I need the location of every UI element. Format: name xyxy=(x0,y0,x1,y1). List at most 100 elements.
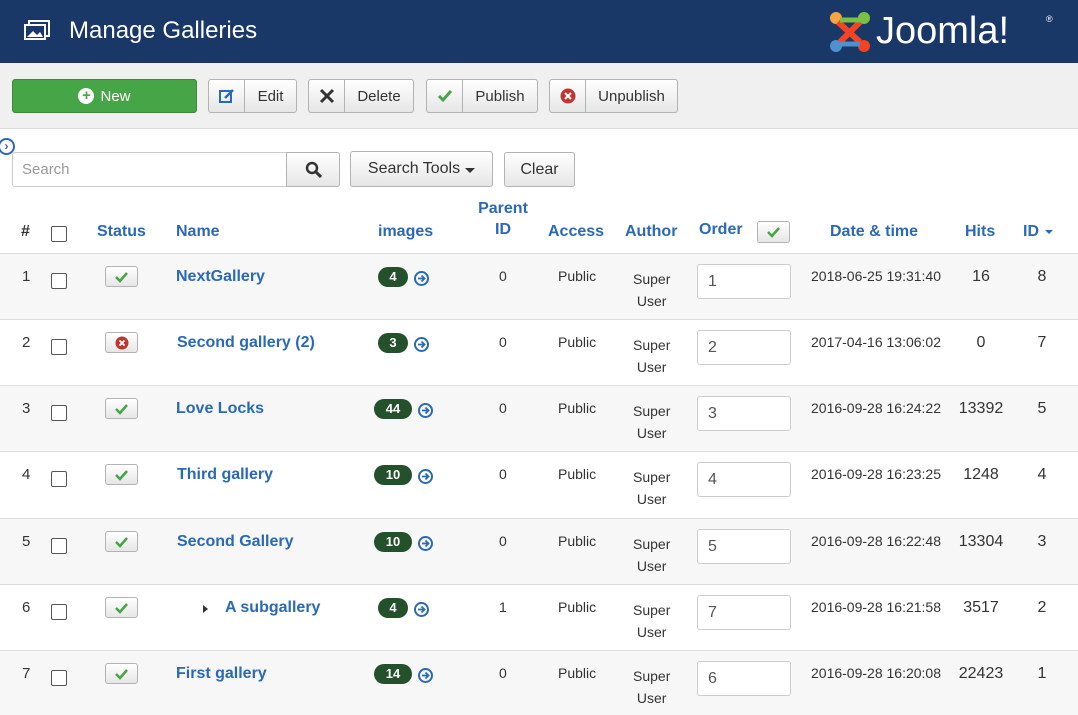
order-input[interactable] xyxy=(697,396,791,431)
status-toggle-button[interactable] xyxy=(105,663,138,684)
row-checkbox[interactable] xyxy=(51,339,67,355)
row-checkbox[interactable] xyxy=(51,604,67,620)
hits-count: 16 xyxy=(972,268,990,285)
go-to-images-arrow-icon[interactable] xyxy=(414,337,429,352)
gallery-name-link[interactable]: A subgallery xyxy=(225,599,320,617)
column-header-images[interactable]: images xyxy=(378,223,433,241)
author: Super User xyxy=(633,665,670,709)
column-header-date[interactable]: Date & time xyxy=(830,223,918,241)
author: Super User xyxy=(633,599,670,643)
column-header-hits[interactable]: Hits xyxy=(965,223,995,241)
gallery-name-link[interactable]: Love Locks xyxy=(176,400,264,418)
column-header-num: # xyxy=(21,223,30,240)
row-number: 3 xyxy=(22,400,31,417)
joomla-logo[interactable]: Joomla! ® xyxy=(826,8,1056,56)
images-count-badge[interactable]: 44 xyxy=(374,399,412,419)
row-checkbox[interactable] xyxy=(51,471,67,487)
gallery-name-link[interactable]: NextGallery xyxy=(176,268,265,286)
clear-button[interactable]: Clear xyxy=(504,152,575,187)
gallery-name-link[interactable]: Second gallery (2) xyxy=(177,334,315,352)
order-input[interactable] xyxy=(697,529,791,564)
parent-id: 0 xyxy=(499,268,507,284)
order-input[interactable] xyxy=(697,595,791,630)
gallery-name-link[interactable]: First gallery xyxy=(176,665,267,683)
gallery-id: 3 xyxy=(1037,533,1047,550)
date-time: 2017-04-16 13:06:02 xyxy=(811,334,941,350)
new-button[interactable]: + New xyxy=(12,79,197,113)
author-line2: User xyxy=(636,558,667,574)
toolbar: + New Edit Delete Publish Unpublish xyxy=(0,63,1078,129)
row-checkbox[interactable] xyxy=(51,670,67,686)
images-count-badge[interactable]: 4 xyxy=(378,598,408,618)
go-to-images-arrow-icon[interactable] xyxy=(418,668,433,683)
edit-button-label: Edit xyxy=(257,87,284,105)
go-to-images-arrow-icon[interactable] xyxy=(418,469,433,484)
row-number: 1 xyxy=(22,268,31,285)
delete-button[interactable]: Delete xyxy=(308,79,414,113)
images-count-badge[interactable]: 3 xyxy=(378,333,408,353)
row-number: 2 xyxy=(22,334,31,351)
edit-button[interactable]: Edit xyxy=(208,79,297,113)
unpublish-button[interactable]: Unpublish xyxy=(549,79,678,113)
column-header-access[interactable]: Access xyxy=(548,223,604,241)
date-time: 2018-06-25 19:31:40 xyxy=(811,268,941,284)
images-count-badge[interactable]: 4 xyxy=(378,267,408,287)
hits-count: 3517 xyxy=(963,599,999,616)
author: Super User xyxy=(633,268,670,312)
author-line1: Super xyxy=(633,536,671,552)
gallery-id: 4 xyxy=(1037,466,1047,483)
column-header-order[interactable]: Order xyxy=(699,221,743,239)
gallery-id: 1 xyxy=(1037,665,1047,682)
row-checkbox[interactable] xyxy=(51,273,67,289)
logo-registered: ® xyxy=(1046,14,1053,24)
go-to-images-arrow-icon[interactable] xyxy=(418,403,433,418)
order-input[interactable] xyxy=(697,462,791,497)
status-toggle-button[interactable] xyxy=(105,464,138,485)
gallery-name-link[interactable]: Second Gallery xyxy=(177,533,294,551)
go-to-images-arrow-icon[interactable] xyxy=(414,602,429,617)
unpublish-button-label: Unpublish xyxy=(598,87,665,105)
column-header-author[interactable]: Author xyxy=(625,223,677,241)
search-button[interactable] xyxy=(286,152,340,187)
publish-button[interactable]: Publish xyxy=(426,79,538,113)
access-level: Public xyxy=(558,334,597,350)
status-toggle-button[interactable] xyxy=(105,531,138,552)
access-level: Public xyxy=(558,268,597,284)
go-to-images-arrow-icon[interactable] xyxy=(418,536,433,551)
status-toggle-button[interactable] xyxy=(105,266,138,287)
author-line2: User xyxy=(636,624,667,640)
images-count-badge[interactable]: 10 xyxy=(374,532,412,552)
gallery-name-link[interactable]: Third gallery xyxy=(177,466,273,484)
access-level: Public xyxy=(558,400,597,416)
status-toggle-button[interactable] xyxy=(105,332,138,353)
published-check-icon xyxy=(115,403,128,415)
column-header-name[interactable]: Name xyxy=(176,223,220,241)
images-count-badge[interactable]: 10 xyxy=(374,465,412,485)
child-indent-caret-icon xyxy=(203,605,208,613)
published-check-icon xyxy=(115,602,128,614)
order-input[interactable] xyxy=(697,661,791,696)
order-input[interactable] xyxy=(697,330,791,365)
search-input[interactable] xyxy=(12,152,287,187)
column-header-parent-line1: Parent xyxy=(478,200,528,217)
publish-button-label: Publish xyxy=(475,87,525,105)
row-checkbox[interactable] xyxy=(51,405,67,421)
go-to-images-arrow-icon[interactable] xyxy=(414,271,429,286)
gallery-id: 5 xyxy=(1037,400,1047,417)
parent-id: 1 xyxy=(499,599,507,615)
search-tools-button[interactable]: Search Tools xyxy=(350,151,493,187)
status-toggle-button[interactable] xyxy=(105,597,138,618)
order-input[interactable] xyxy=(697,264,791,299)
column-header-status[interactable]: Status xyxy=(97,223,146,241)
column-header-parent-id[interactable]: Parent ID xyxy=(477,200,529,239)
images-icon xyxy=(24,20,50,40)
select-all-checkbox[interactable] xyxy=(51,226,67,242)
header-bar: Manage Galleries Joomla! ® xyxy=(0,0,1078,63)
status-toggle-button[interactable] xyxy=(105,398,138,419)
images-count-badge[interactable]: 14 xyxy=(374,664,412,684)
row-checkbox[interactable] xyxy=(51,538,67,554)
save-order-button[interactable] xyxy=(757,221,790,243)
column-header-id[interactable]: ID xyxy=(1023,223,1054,241)
parent-id: 0 xyxy=(499,533,507,549)
hits-count: 0 xyxy=(976,334,986,351)
